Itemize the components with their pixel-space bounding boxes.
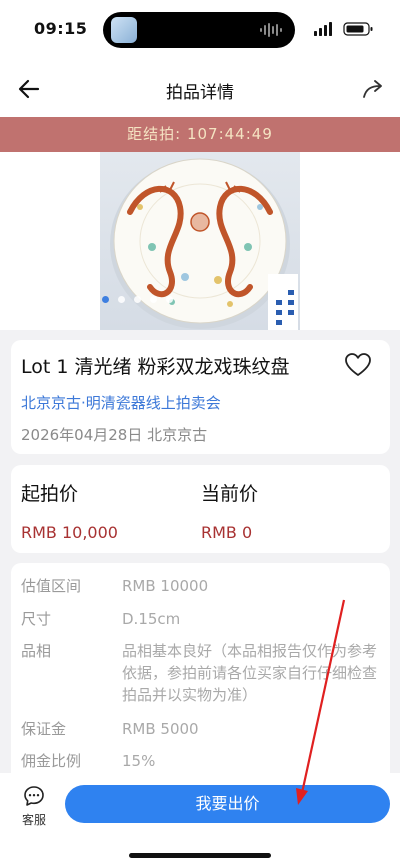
page-title: 拍品详情 <box>166 83 234 103</box>
share-icon[interactable] <box>360 76 386 102</box>
detail-value: RMB 10000 <box>122 577 209 595</box>
detail-key: 尺寸 <box>21 610 52 628</box>
status-bar: 09:15 <box>0 0 400 60</box>
app-thumbnail-icon <box>111 17 137 43</box>
lot-info-card: Lot 1 清光绪 粉彩双龙戏珠纹盘 北京京古·明清瓷器线上拍卖会 2026年0… <box>11 340 390 454</box>
detail-value: RMB 5000 <box>122 720 199 738</box>
status-indicators <box>314 22 373 36</box>
detail-key: 保证金 <box>21 720 67 738</box>
detail-key: 佣金比例 <box>21 752 82 770</box>
auction-session-link[interactable]: 北京京古·明清瓷器线上拍卖会 <box>21 392 221 413</box>
audio-wave-icon <box>260 23 282 37</box>
carousel-dot[interactable] <box>102 296 109 303</box>
carousel-dots[interactable] <box>102 296 173 306</box>
current-price-block: 当前价 RMB 0 <box>201 479 258 542</box>
detail-key: 估值区间 <box>21 577 82 595</box>
favorite-heart-icon[interactable] <box>344 352 372 378</box>
detail-key: 品相 <box>21 642 52 660</box>
countdown-banner: 距结拍: 107:44:49 <box>0 117 400 152</box>
place-bid-button[interactable]: 我要出价 <box>65 785 390 823</box>
lot-title: Lot 1 清光绪 粉彩双龙戏珠纹盘 <box>21 356 290 378</box>
auction-date-place: 2026年04月28日 北京京古 <box>21 426 208 444</box>
detail-value: D.15cm <box>122 610 181 628</box>
lot-details-card: 估值区间 RMB 10000 尺寸 D.15cm 品相 品相基本良好（本品相报告… <box>11 563 390 793</box>
dynamic-island <box>103 12 295 48</box>
carousel-dot[interactable] <box>134 296 141 303</box>
carousel-dot[interactable] <box>118 296 125 303</box>
start-price-label: 起拍价 <box>21 483 79 505</box>
chat-bubble-icon <box>24 786 44 806</box>
customer-service-label: 客服 <box>21 813 46 827</box>
carousel-dot[interactable] <box>150 296 157 303</box>
signal-icon <box>314 22 332 36</box>
price-card: 起拍价 RMB 10,000 当前价 RMB 0 <box>11 465 390 553</box>
home-indicator[interactable] <box>129 853 271 858</box>
current-price-value: RMB 0 <box>201 523 253 542</box>
status-time: 09:15 <box>34 19 88 38</box>
start-price-block: 起拍价 RMB 10,000 <box>21 479 118 542</box>
battery-icon <box>343 22 373 36</box>
detail-value: 15% <box>122 752 156 770</box>
customer-service-button[interactable]: 客服 <box>14 785 54 833</box>
carousel-dot[interactable] <box>166 296 173 303</box>
start-price-value: RMB 10,000 <box>21 523 118 542</box>
nav-bar: 拍品详情 <box>0 60 400 117</box>
detail-value: 品相基本良好（本品相报告仅作为参考依据，参拍前请各位买家自行仔细检查拍品并以实物… <box>122 642 378 704</box>
lot-image-gallery[interactable] <box>0 152 400 330</box>
current-price-label: 当前价 <box>201 483 259 505</box>
